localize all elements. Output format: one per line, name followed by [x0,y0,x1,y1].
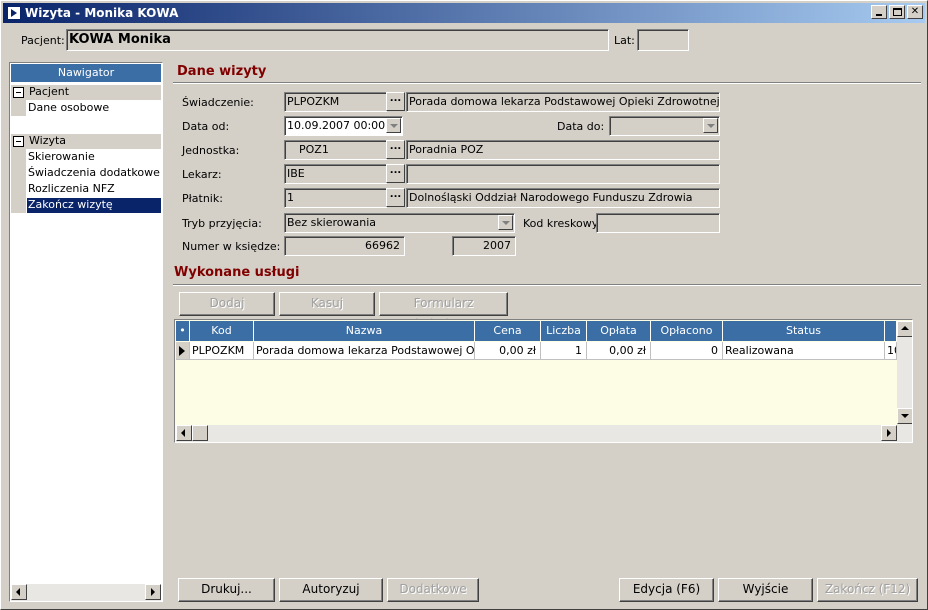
date-from-dropdown-icon[interactable] [386,118,401,133]
navigator-hscrollbar[interactable] [11,584,161,601]
table-cell-status[interactable]: Realizowana [723,342,885,360]
column-header-kod[interactable]: Kod [190,321,254,341]
nav-item-nfz-settlements[interactable]: Rozliczenia NFZ [27,182,161,197]
column-header-oplacono[interactable]: Opłacono [651,321,723,341]
column-header-cena[interactable]: Cena [475,321,541,341]
service-code-field[interactable]: PLPOZKM [284,92,387,112]
exit-button[interactable]: Wyjście [718,578,813,602]
unit-lookup-button[interactable]: ... [386,140,405,159]
unit-label: Jednostka: [182,144,240,157]
table-cell-oplata[interactable]: 0,00 zł [587,342,651,360]
payer-lookup-button[interactable]: ... [386,188,405,207]
row-indicator-header: • [176,321,190,341]
edit-button[interactable]: Edycja (F6) [619,578,714,602]
maximize-icon [893,8,902,16]
service-desc-field: Porada domowa lekarza Podstawowej Opieki… [406,92,720,112]
table-cell-nazwa[interactable]: Porada domowa lekarza Podstawowej Opieki… [254,342,475,360]
navigator-title: Nawigator [11,64,161,82]
grid-hscrollbar[interactable] [176,425,912,442]
admission-label: Tryb przyjęcia: [182,217,262,230]
extra-form-button[interactable]: Formularz dodatkowy [379,292,508,331]
close-icon: ✕ [910,6,920,17]
app-icon [7,6,21,20]
date-from-label: Data od: [182,120,230,133]
patient-name-field: KOWA Monika [66,29,609,51]
doctor-code-field[interactable]: IBE [284,164,387,184]
visit-window: Wizyta - Monika KOWA ✕ Pacjent: KOWA Mon… [0,0,928,610]
scroll-right-button[interactable] [881,425,897,441]
unit-code-field[interactable]: POZ1 [284,140,387,160]
age-field [637,29,689,51]
grid-vscrollbar[interactable] [897,321,912,425]
table-cell-extra[interactable]: 10 [885,342,897,360]
admission-select[interactable]: Bez skierowania [284,213,515,233]
authorize-button[interactable]: Autoryzuj [279,578,383,602]
minimize-button[interactable] [871,5,887,19]
collapse-icon[interactable] [13,87,24,98]
date-to-dropdown-icon[interactable] [703,118,718,133]
patient-label: Pacjent: [21,34,65,47]
nav-item-finish-visit[interactable]: Zakończ wizytę [27,198,161,213]
nav-group-label: Wizyta [29,134,67,147]
book-number-field: 66962 [284,236,405,256]
scroll-thumb[interactable] [192,425,208,441]
payer-label: Płatnik: [182,192,223,205]
print-button[interactable]: Drukuj... [178,578,275,602]
minimize-icon [876,14,882,16]
add-service-button[interactable]: Dodaj [179,292,275,316]
services-grid: • Kod Nazwa Cena Liczba Opłata Opłacono … [174,319,913,443]
book-number-label: Numer w księdze: [182,240,281,253]
window-title: Wizyta - Monika KOWA [25,6,179,20]
row-pointer-icon [176,342,190,360]
barcode-label: Kod kreskowy: [523,217,602,230]
nav-group-label: Pacjent [29,85,70,98]
nav-item-personal-data[interactable]: Dane osobowe [27,101,161,116]
services-section-title: Wykonane usługi [174,265,300,280]
column-header-liczba[interactable]: Liczba [541,321,587,341]
table-cell-oplacono[interactable]: 0 [651,342,723,360]
doctor-desc-field [406,164,720,184]
admission-dropdown-icon[interactable] [498,215,513,230]
finish-button[interactable]: Zakończ (F12) [817,578,918,602]
collapse-icon[interactable] [13,136,24,147]
close-button[interactable]: ✕ [907,5,923,19]
navigator-panel: Nawigator Pacjent Dane osobowe Wizyta Sk… [9,62,163,602]
title-bar[interactable]: Wizyta - Monika KOWA ✕ [3,3,925,23]
additional-button[interactable]: Dodatkowe [387,578,479,602]
nav-item-additional-services[interactable]: Świadczenia dodatkowe [27,166,161,181]
service-lookup-button[interactable]: ... [386,92,405,111]
nav-group-patient[interactable]: Pacjent [11,85,161,100]
scroll-left-button[interactable] [176,425,192,441]
column-header-status[interactable]: Status [723,321,885,341]
maximize-button[interactable] [889,5,905,19]
service-label: Świadczenie: [182,96,254,109]
scroll-down-button[interactable] [897,408,912,424]
scroll-right-button[interactable] [145,584,161,600]
date-to-label: Data do: [557,120,605,133]
column-header-nazwa[interactable]: Nazwa [254,321,475,341]
age-label: Lat: [614,34,635,47]
payer-code-field[interactable]: 1 [284,188,387,208]
unit-desc-field: Poradnia POZ [406,140,720,160]
doctor-lookup-button[interactable]: ... [386,164,405,183]
scroll-left-button[interactable] [11,584,27,600]
table-cell-cena[interactable]: 0,00 zł [475,342,541,360]
nav-item-referral[interactable]: Skierowanie [27,150,161,165]
column-header-oplata[interactable]: Opłata [587,321,651,341]
nav-group-visit[interactable]: Wizyta [11,134,161,149]
table-cell-kod[interactable]: PLPOZKM [190,342,254,360]
scroll-up-button[interactable] [897,321,912,337]
payer-desc-field: Dolnośląski Oddział Narodowego Funduszu … [406,188,720,208]
barcode-field[interactable] [596,213,720,233]
doctor-label: Lekarz: [182,168,222,181]
visit-section-title: Dane wizyty [177,64,267,79]
column-header-extra [885,321,897,341]
book-year-field: 2007 [452,236,516,256]
table-cell-liczba[interactable]: 1 [541,342,587,360]
delete-service-button[interactable]: Kasuj [279,292,375,316]
